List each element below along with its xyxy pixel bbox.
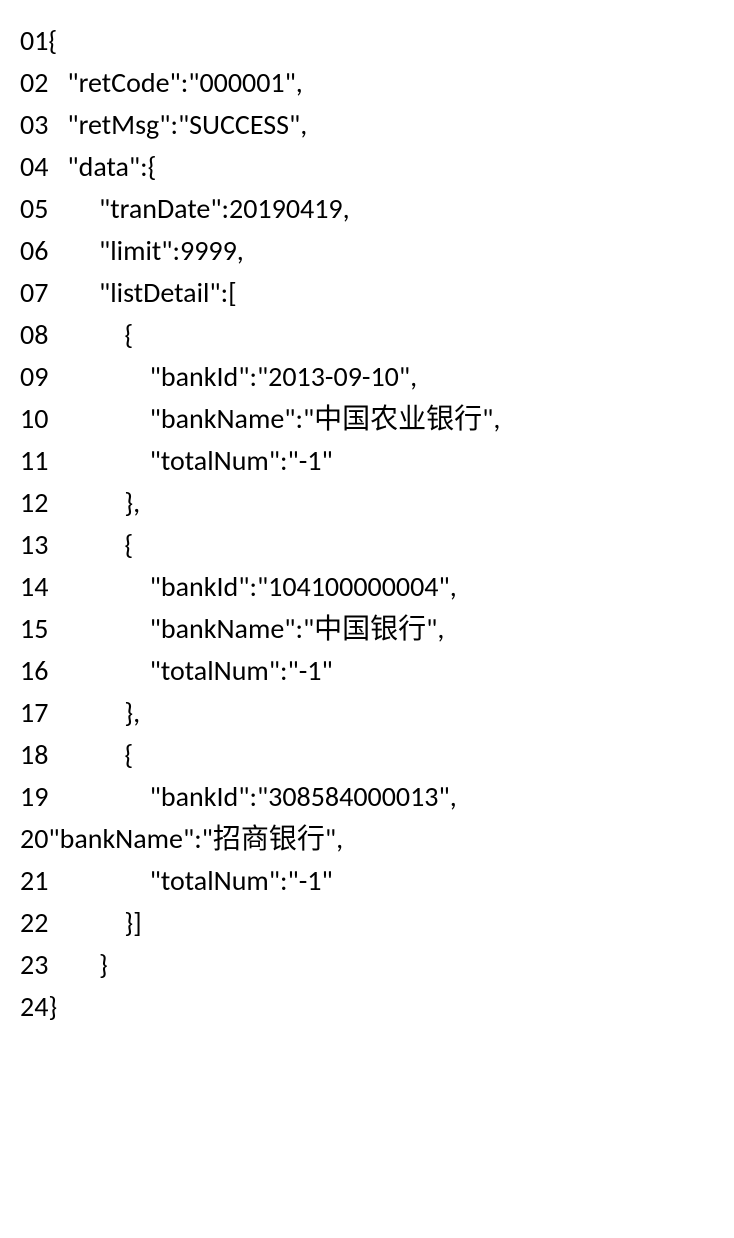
- code-line: 18 {: [20, 734, 714, 776]
- line-number: 23: [20, 944, 48, 986]
- line-number: 01: [20, 20, 48, 62]
- code-line: 10 "bankName":"中国农业银行",: [20, 398, 714, 440]
- line-number: 21: [20, 860, 48, 902]
- code-line: 01{: [20, 20, 714, 62]
- code-line: 11 "totalNum":"-1": [20, 440, 714, 482]
- line-content: "retCode":"000001",: [48, 62, 302, 104]
- code-line: 21 "totalNum":"-1": [20, 860, 714, 902]
- line-content: "limit":9999,: [48, 230, 243, 272]
- json-code-listing: 01{02 "retCode":"000001",03 "retMsg":"SU…: [20, 20, 714, 1028]
- line-number: 16: [20, 650, 48, 692]
- line-content: "listDetail":[: [48, 272, 236, 314]
- line-content: "retMsg":"SUCCESS",: [48, 104, 307, 146]
- code-line: 05 "tranDate":20190419,: [20, 188, 714, 230]
- code-line: 15 "bankName":"中国银行",: [20, 608, 714, 650]
- line-number: 14: [20, 566, 48, 608]
- line-content: "bankName":"招商银行",: [48, 818, 343, 860]
- line-number: 10: [20, 398, 48, 440]
- code-line: 24}: [20, 986, 714, 1028]
- code-line: 07 "listDetail":[: [20, 272, 714, 314]
- code-line: 19 "bankId":"308584000013",: [20, 776, 714, 818]
- line-number: 03: [20, 104, 48, 146]
- code-line: 14 "bankId":"104100000004",: [20, 566, 714, 608]
- line-content: "bankId":"308584000013",: [48, 776, 456, 818]
- line-content: "bankName":"中国农业银行",: [48, 398, 500, 440]
- code-line: 02 "retCode":"000001",: [20, 62, 714, 104]
- line-content: {: [48, 20, 57, 62]
- line-content: "bankId":"2013-09-10",: [48, 356, 417, 398]
- code-line: 08 {: [20, 314, 714, 356]
- code-line: 23 }: [20, 944, 714, 986]
- line-number: 13: [20, 524, 48, 566]
- line-content: "data":{: [48, 146, 156, 188]
- code-line: 04 "data":{: [20, 146, 714, 188]
- line-number: 06: [20, 230, 48, 272]
- code-line: 17 },: [20, 692, 714, 734]
- line-number: 18: [20, 734, 48, 776]
- line-number: 07: [20, 272, 48, 314]
- code-line: 22 }]: [20, 902, 714, 944]
- code-line: 13 {: [20, 524, 714, 566]
- code-line: 03 "retMsg":"SUCCESS",: [20, 104, 714, 146]
- line-number: 15: [20, 608, 48, 650]
- line-number: 17: [20, 692, 48, 734]
- line-number: 19: [20, 776, 48, 818]
- code-line: 16 "totalNum":"-1": [20, 650, 714, 692]
- line-content: },: [48, 692, 140, 734]
- line-number: 12: [20, 482, 48, 524]
- line-content: {: [48, 734, 133, 776]
- code-line: 06 "limit":9999,: [20, 230, 714, 272]
- line-number: 24: [20, 986, 48, 1028]
- line-number: 09: [20, 356, 48, 398]
- line-content: "totalNum":"-1": [48, 440, 332, 482]
- line-number: 20: [20, 818, 48, 860]
- line-content: }: [48, 986, 57, 1028]
- line-number: 22: [20, 902, 48, 944]
- line-content: },: [48, 482, 140, 524]
- line-content: "bankName":"中国银行",: [48, 608, 444, 650]
- line-content: {: [48, 524, 133, 566]
- line-number: 08: [20, 314, 48, 356]
- code-line: 20"bankName":"招商银行",: [20, 818, 714, 860]
- line-number: 05: [20, 188, 48, 230]
- code-line: 12 },: [20, 482, 714, 524]
- line-content: }]: [48, 902, 141, 944]
- code-line: 09 "bankId":"2013-09-10",: [20, 356, 714, 398]
- line-content: "tranDate":20190419,: [48, 188, 349, 230]
- line-content: }: [48, 944, 107, 986]
- line-number: 04: [20, 146, 48, 188]
- line-content: "bankId":"104100000004",: [48, 566, 456, 608]
- line-number: 11: [20, 440, 48, 482]
- line-content: {: [48, 314, 133, 356]
- line-content: "totalNum":"-1": [48, 860, 332, 902]
- line-content: "totalNum":"-1": [48, 650, 332, 692]
- line-number: 02: [20, 62, 48, 104]
